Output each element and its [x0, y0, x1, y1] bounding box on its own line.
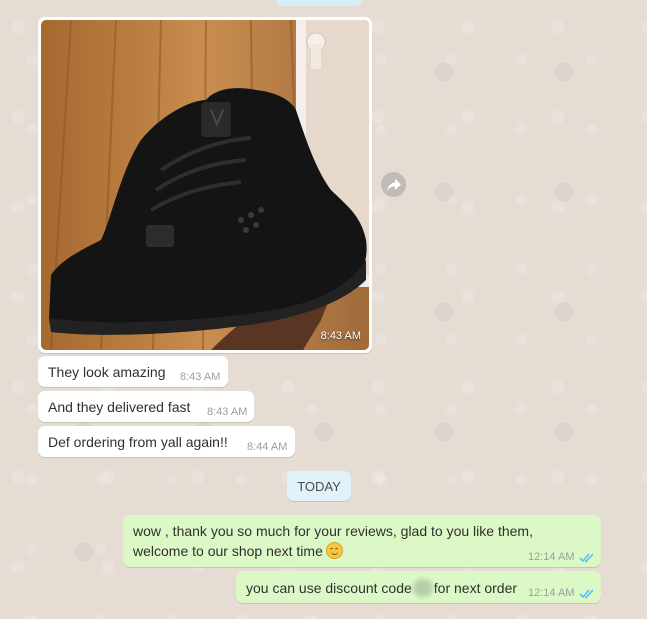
image-timestamp: 8:43 AM — [320, 330, 361, 342]
outgoing-message[interactable]: wow , thank you so much for your reviews… — [123, 515, 601, 567]
sneaker-photo[interactable]: 8:43 AM — [41, 20, 369, 350]
double-check-icon — [579, 553, 594, 563]
message-timestamp: 12:14 AM — [528, 587, 575, 599]
message-timestamp: 12:14 AM — [528, 551, 575, 563]
date-divider: TODAY — [287, 471, 351, 501]
incoming-message[interactable]: And they delivered fast 8:43 AM — [38, 391, 254, 422]
message-text-line2: welcome to our shop next time — [133, 543, 323, 559]
message-text: And they delivered fast — [48, 399, 191, 415]
forward-icon — [386, 178, 401, 191]
message-text-wrap: you can use discount code for next order — [246, 579, 517, 597]
double-check-icon — [579, 589, 594, 599]
incoming-message[interactable]: Def ordering from yall again!! 8:44 AM — [38, 426, 295, 457]
incoming-message[interactable]: They look amazing 8:43 AM — [38, 356, 228, 387]
message-timestamp: 8:43 AM — [180, 371, 221, 383]
message-text-line2-wrap: welcome to our shop next time — [133, 542, 343, 559]
outgoing-message[interactable]: you can use discount code for next order … — [236, 571, 601, 603]
previous-message-bubble — [276, 0, 362, 6]
message-timestamp: 8:44 AM — [247, 441, 288, 453]
message-text-before: you can use discount code — [246, 580, 412, 596]
message-text-line1: wow , thank you so much for your reviews… — [133, 523, 533, 539]
redacted-discount-code — [412, 579, 433, 597]
message-text-after: for next order — [433, 580, 518, 596]
message-text: Def ordering from yall again!! — [48, 434, 228, 450]
smiling-face-emoji — [325, 542, 343, 559]
image-message-bubble[interactable]: 8:43 AM — [38, 17, 372, 353]
message-text: They look amazing — [48, 364, 166, 380]
forward-button[interactable] — [381, 172, 406, 197]
message-timestamp: 8:43 AM — [207, 406, 248, 418]
sneaker-photo-image — [41, 20, 369, 350]
